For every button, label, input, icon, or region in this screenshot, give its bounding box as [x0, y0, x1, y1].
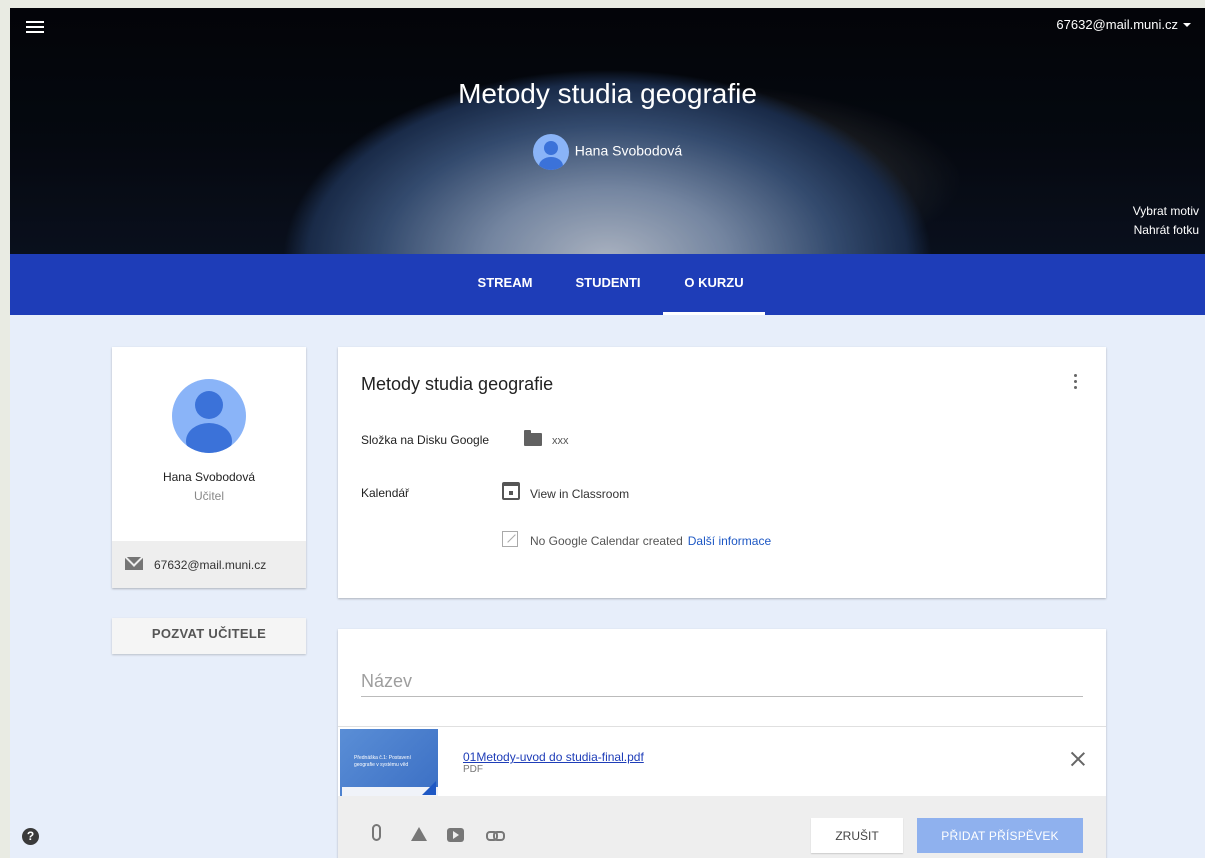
invite-teacher-button[interactable]: POZVAT UČITELE: [112, 618, 306, 654]
more-vert-icon[interactable]: [1074, 374, 1078, 392]
theme-links: Vybrat motiv Nahrát fotku: [1133, 202, 1199, 240]
no-calendar-note: No Google Calendar created Další informac…: [530, 534, 771, 548]
teacher-email: 67632@mail.muni.cz: [154, 558, 267, 572]
header-teacher: Hana Svobodová: [10, 134, 1205, 170]
banner-overlay: [10, 8, 1205, 254]
calendar-icon[interactable]: [502, 482, 520, 500]
drive-folder-label: Složka na Disku Google: [361, 433, 490, 447]
tab-stream[interactable]: STREAM: [465, 254, 545, 315]
teacher-avatar: [172, 379, 246, 453]
course-header-banner: 67632@mail.muni.cz Metody studia geograf…: [10, 8, 1205, 254]
upload-photo-link[interactable]: Nahrát fotku: [1133, 221, 1199, 240]
link-icon[interactable]: [486, 831, 505, 841]
view-in-classroom-link[interactable]: View in Classroom: [530, 487, 629, 501]
post-title-input[interactable]: [361, 667, 1083, 697]
youtube-icon[interactable]: [447, 828, 464, 842]
email-icon: [125, 557, 143, 570]
thumbnail-text: Přednáška č.1: Postavení geografie v syst…: [354, 755, 411, 768]
teacher-name: Hana Svobodová: [162, 470, 256, 484]
account-email: 67632@mail.muni.cz: [1056, 17, 1178, 32]
drive-icon[interactable]: [411, 827, 427, 841]
attachment-file-type: PDF: [463, 764, 483, 775]
no-calendar-text: No Google Calendar created: [530, 534, 683, 548]
dropdown-caret-icon: [1183, 23, 1191, 27]
teacher-email-row[interactable]: 67632@mail.muni.cz: [112, 541, 306, 588]
avatar: [532, 134, 569, 170]
help-icon[interactable]: ?: [22, 828, 39, 845]
attachment-row: Přednáška č.1: Postavení geografie v syst…: [338, 726, 1106, 797]
classroom-app: 67632@mail.muni.cz Metody studia geograf…: [10, 8, 1205, 858]
header-teacher-name: Hana Svobodová: [574, 142, 683, 159]
more-info-link[interactable]: Další informace: [688, 534, 771, 548]
course-title: Metody studia geografie: [458, 78, 757, 109]
attach-icon[interactable]: [372, 824, 381, 841]
folder-icon[interactable]: [524, 430, 542, 446]
tab-about[interactable]: O KURZU: [663, 254, 765, 315]
attachment-thumbnail[interactable]: Přednáška č.1: Postavení geografie v syst…: [340, 729, 438, 797]
attachment-file-link[interactable]: 01Metody-uvod do studia-final.pdf: [463, 750, 644, 764]
cancel-button[interactable]: ZRUŠIT: [811, 818, 903, 853]
composer-toolbar: ZRUŠIT PŘIDAT PŘÍSPĚVEK: [338, 796, 1106, 858]
drive-folder-link[interactable]: xxx: [552, 435, 569, 447]
tab-students[interactable]: STUDENTI: [564, 254, 652, 315]
calendar-label: Kalendář: [361, 486, 410, 500]
choose-theme-link[interactable]: Vybrat motiv: [1133, 202, 1199, 221]
teacher-card: Hana Svobodová Učitel 67632@mail.muni.cz: [112, 347, 306, 588]
teacher-role: Učitel: [193, 489, 224, 503]
add-post-button[interactable]: PŘIDAT PŘÍSPĚVEK: [917, 818, 1083, 853]
tab-bar: STREAM STUDENTI O KURZU: [10, 254, 1205, 315]
menu-icon[interactable]: [24, 18, 46, 36]
post-composer-card: Přednáška č.1: Postavenígeografie v syst…: [338, 629, 1106, 858]
about-title: Metody studia geografie: [361, 374, 554, 394]
external-link-icon: [502, 531, 518, 547]
close-icon[interactable]: [1070, 751, 1086, 767]
account-switcher[interactable]: 67632@mail.muni.cz: [1056, 17, 1191, 32]
about-course-card: Metody studia geografie Složka na Disku …: [338, 347, 1106, 598]
